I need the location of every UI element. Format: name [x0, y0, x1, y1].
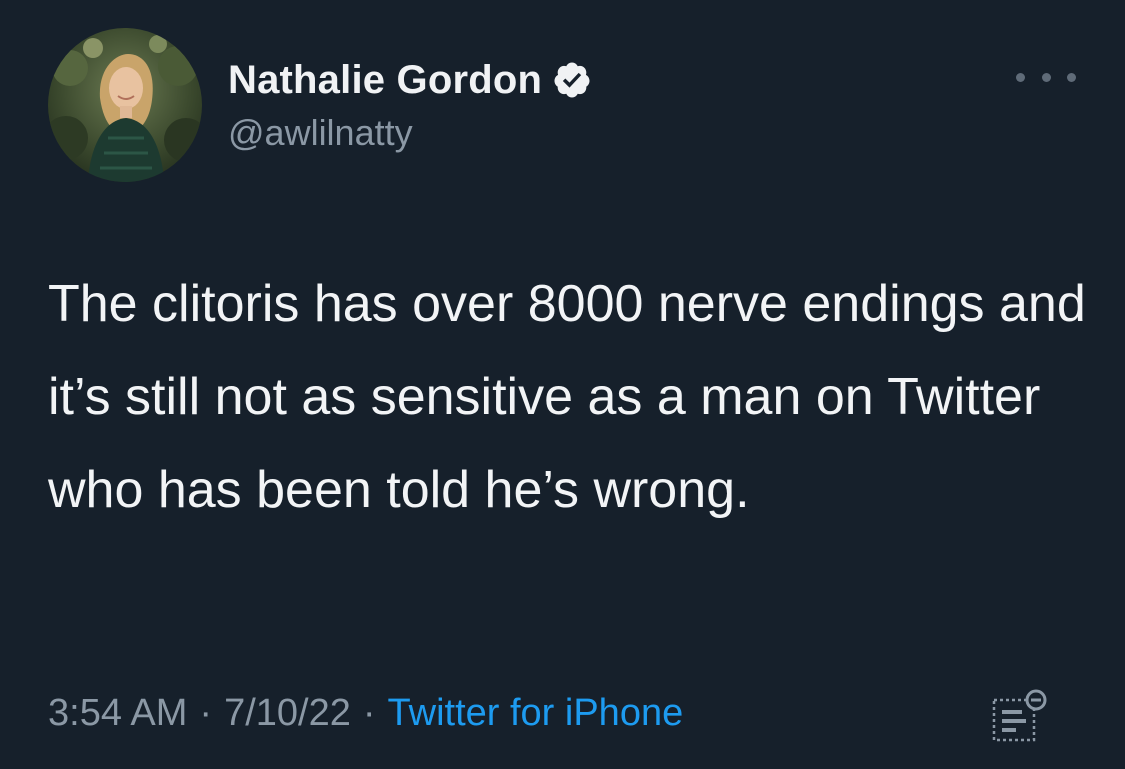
more-dot	[1016, 72, 1025, 82]
tweet-card: Nathalie Gordon @awlilnatty The clitoris…	[0, 0, 1125, 769]
tweet-date[interactable]: 7/10/22	[224, 692, 351, 735]
verified-badge-icon	[554, 62, 590, 98]
more-dot	[1041, 72, 1051, 82]
avatar-photo	[48, 28, 202, 182]
tweet-analytics-icon[interactable]	[990, 688, 1048, 746]
author-name-row[interactable]: Nathalie Gordon	[228, 52, 592, 108]
author-display-name[interactable]: Nathalie Gordon	[228, 58, 542, 103]
author-handle[interactable]: @awlilnatty	[228, 112, 413, 154]
meta-separator: ·	[362, 692, 376, 734]
avatar[interactable]	[48, 28, 202, 182]
more-options-icon[interactable]	[1016, 62, 1076, 92]
meta-separator: ·	[199, 692, 213, 734]
tweet-time[interactable]: 3:54 AM	[48, 692, 187, 735]
tweet-meta: 3:54 AM · 7/10/22 · Twitter for iPhone	[48, 692, 683, 735]
tweet-source-link[interactable]: Twitter for iPhone	[388, 692, 684, 735]
tweet-text: The clitoris has over 8000 nerve endings…	[48, 275, 1086, 519]
more-dot	[1067, 72, 1076, 82]
